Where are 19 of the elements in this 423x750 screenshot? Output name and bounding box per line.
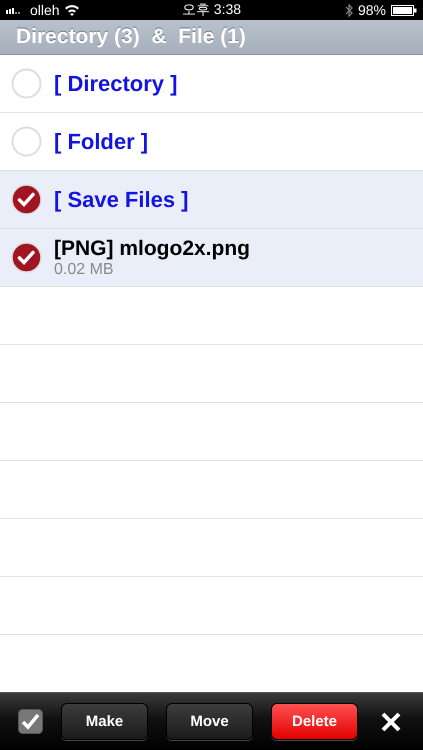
bluetooth-icon (344, 4, 353, 16)
select-all-icon[interactable] (18, 709, 43, 734)
directory-name[interactable]: [ Directory ] (54, 70, 178, 96)
checked-circle[interactable] (11, 184, 42, 215)
wifi-icon (64, 4, 80, 16)
delete-button[interactable]: Delete (271, 703, 358, 740)
file-size: 0.02 MB (54, 260, 115, 278)
header-title: Directory (3) & File (1) (15, 24, 247, 50)
carrier-name: olleh (30, 2, 60, 18)
toolbar-button[interactable]: Move (166, 703, 253, 740)
toolbar-button[interactable]: Make (61, 703, 148, 740)
battery-icon (391, 4, 417, 16)
directory-name[interactable]: [ Folder ] (54, 128, 148, 154)
close-icon[interactable] (380, 710, 402, 732)
directory-name[interactable]: [ Save Files ] (54, 186, 189, 212)
checked-circle[interactable] (11, 242, 42, 273)
battery-percent: 98% (358, 2, 386, 18)
clock-time: 오후 3:38 (182, 1, 242, 17)
file-name[interactable]: [PNG] mlogo2x.png (54, 236, 250, 260)
